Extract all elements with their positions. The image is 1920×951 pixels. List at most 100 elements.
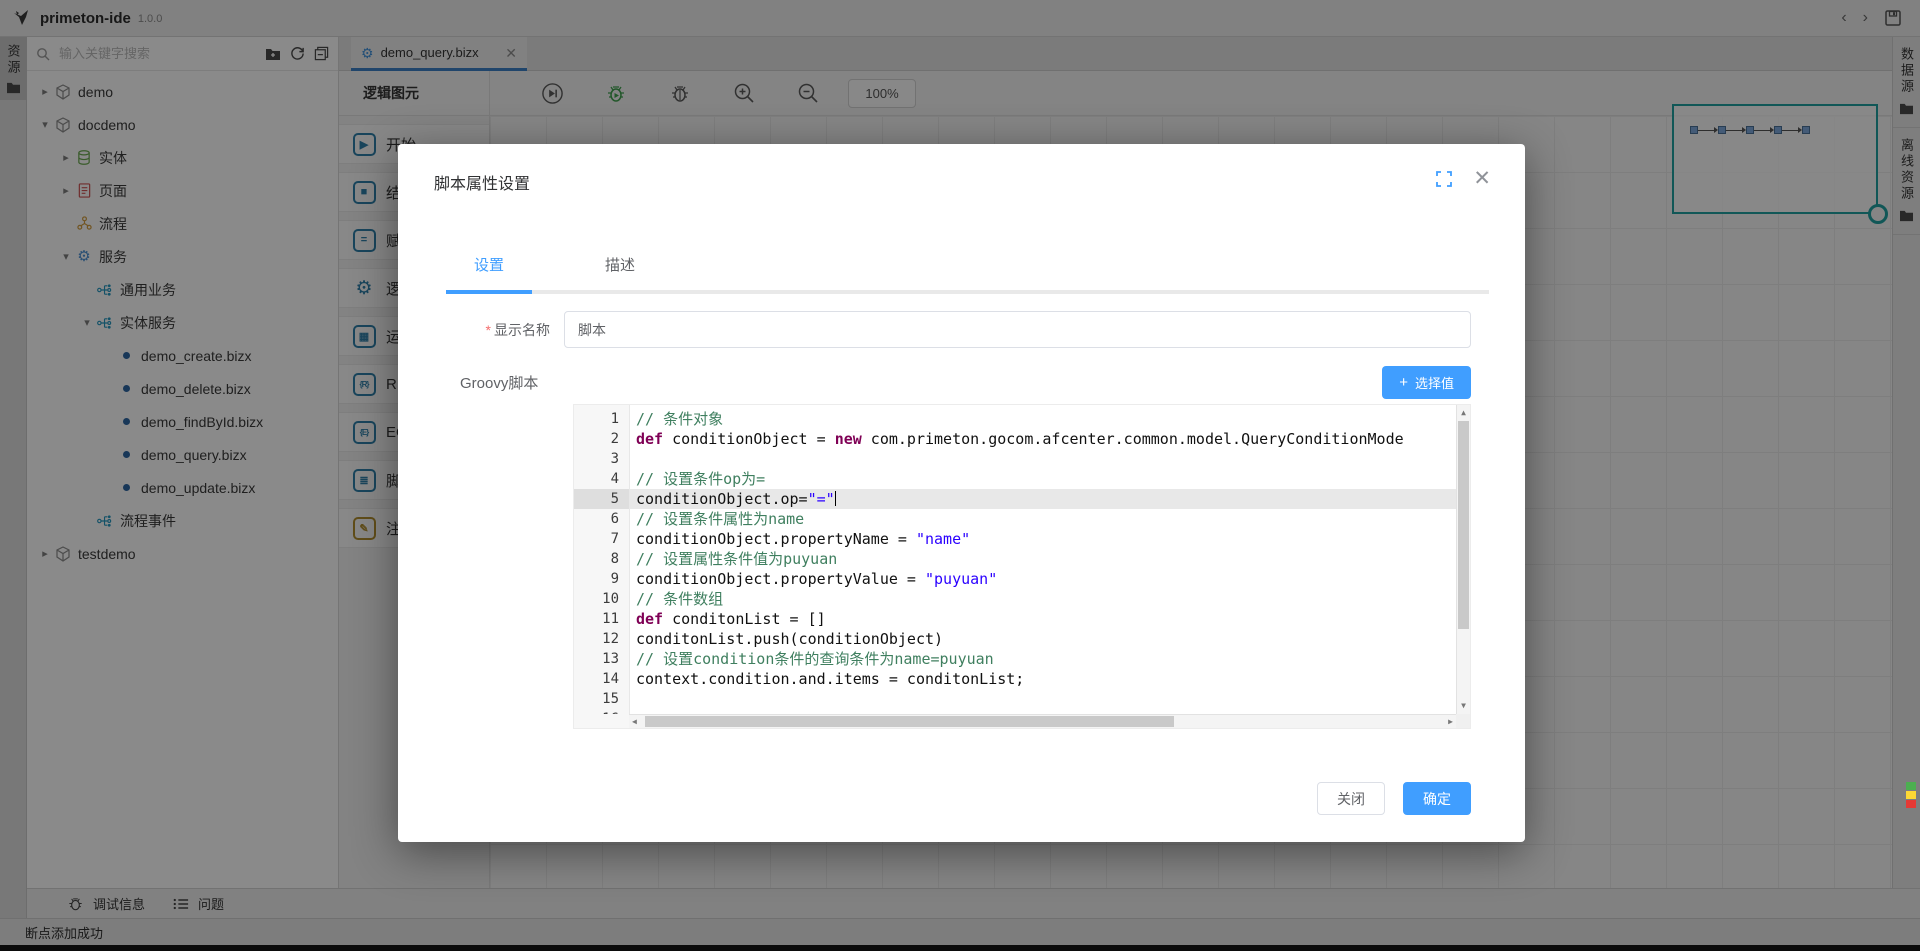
- application-window: primeton-ide 1.0.0 ‹ › 资源 ▸demo▾docdemo: [0, 0, 1920, 951]
- line-number: 9: [574, 569, 629, 589]
- code-text: // 设置condition条件的查询条件为name=puyuan: [629, 649, 1456, 669]
- line-number: 16: [574, 709, 629, 714]
- line-number: 13: [574, 649, 629, 669]
- code-text: // 条件数组: [629, 589, 1456, 609]
- code-text: // 条件对象: [629, 409, 1456, 429]
- code-text: // 设置条件op为=: [629, 469, 1456, 489]
- dialog-title: 脚本属性设置: [434, 170, 530, 194]
- code-line-8[interactable]: 8 // 设置属性条件值为puyuan: [574, 549, 1456, 569]
- code-line-11[interactable]: 11def conditonList = []: [574, 609, 1456, 629]
- scrollbar-corner: [1456, 714, 1470, 728]
- text-cursor: [835, 491, 836, 506]
- code-line-1[interactable]: 1 // 条件对象: [574, 409, 1456, 429]
- scroll-down-icon[interactable]: ▼: [1457, 699, 1470, 713]
- dialog-footer: 关闭 确定: [1317, 782, 1471, 815]
- code-text: context.condition.and.items = conditonLi…: [629, 669, 1456, 689]
- code-text: def conditonList = []: [629, 609, 1456, 629]
- code-text: conditonList.push(conditionObject): [629, 629, 1456, 649]
- token-pl: context.condition.and.items = conditonLi…: [636, 670, 1024, 688]
- vertical-scrollbar[interactable]: ▲ ▼: [1456, 405, 1470, 714]
- token-str: "=": [808, 490, 835, 508]
- code-line-4[interactable]: 4 // 设置条件op为=: [574, 469, 1456, 489]
- dialog-tabs: 设置 描述: [446, 248, 1489, 294]
- horizontal-scrollbar[interactable]: ◀ ▶: [629, 714, 1456, 728]
- code-line-13[interactable]: 13 // 设置condition条件的查询条件为name=puyuan: [574, 649, 1456, 669]
- code-text: // 设置条件属性为name: [629, 509, 1456, 529]
- close-icon[interactable]: ✕: [1473, 168, 1491, 189]
- vertical-scrollbar-thumb[interactable]: [1458, 421, 1469, 629]
- code-line-7[interactable]: 7conditionObject.propertyName = "name": [574, 529, 1456, 549]
- line-number: 12: [574, 629, 629, 649]
- scroll-up-icon[interactable]: ▲: [1457, 406, 1470, 420]
- groovy-code-editor[interactable]: 1// 条件对象2def conditionObject = new com.p…: [573, 404, 1471, 729]
- dialog-tab-items: 设置 描述: [446, 248, 1489, 290]
- select-value-button[interactable]: + 选择值: [1382, 366, 1471, 399]
- token-com: // 设置属性条件值为puyuan: [636, 550, 837, 568]
- code-text: [629, 689, 1456, 709]
- token-str: "name": [916, 530, 970, 548]
- token-kw: def: [636, 610, 663, 628]
- line-number: 5: [574, 489, 629, 509]
- code-line-5[interactable]: 5conditionObject.op="=": [574, 489, 1456, 509]
- line-number: 11: [574, 609, 629, 629]
- token-pl: com.primeton.gocom.afcenter.common.model…: [862, 430, 1404, 448]
- fullscreen-icon[interactable]: [1435, 170, 1453, 188]
- code-line-6[interactable]: 6 // 设置条件属性为name: [574, 509, 1456, 529]
- code-text: conditionObject.propertyValue = "puyuan": [629, 569, 1456, 589]
- horizontal-scrollbar-thumb[interactable]: [645, 716, 1174, 727]
- line-number: 2: [574, 429, 629, 449]
- groovy-script-label: Groovy脚本: [460, 372, 538, 393]
- token-pl: conditionObject =: [663, 430, 835, 448]
- code-line-2[interactable]: 2def conditionObject = new com.primeton.…: [574, 429, 1456, 449]
- line-number: 6: [574, 509, 629, 529]
- dialog-tab-描述[interactable]: 描述: [577, 248, 663, 290]
- token-com: // 设置条件属性为name: [636, 510, 804, 528]
- required-asterisk: *: [486, 322, 491, 338]
- token-kw: new: [835, 430, 862, 448]
- code-line-12[interactable]: 12 conditonList.push(conditionObject): [574, 629, 1456, 649]
- token-com: // 条件数组: [636, 590, 723, 608]
- code-line-14[interactable]: 14 context.condition.and.items = conditon…: [574, 669, 1456, 689]
- line-number: 8: [574, 549, 629, 569]
- line-number: 4: [574, 469, 629, 489]
- code-line-15[interactable]: 15: [574, 689, 1456, 709]
- token-str: "puyuan": [925, 570, 997, 588]
- line-number: 14: [574, 669, 629, 689]
- active-tab-indicator: [446, 290, 532, 294]
- line-number: 3: [574, 449, 629, 469]
- display-name-input[interactable]: [564, 311, 1471, 348]
- line-number: 10: [574, 589, 629, 609]
- token-com: // 设置condition条件的查询条件为name=puyuan: [636, 650, 994, 668]
- confirm-button[interactable]: 确定: [1403, 782, 1471, 815]
- script-properties-dialog: 脚本属性设置 ✕ 设置 描述 *显示名称 Groovy脚本 + 选择值: [398, 144, 1525, 842]
- token-com: // 设置条件op为=: [636, 470, 765, 488]
- code-text: conditionObject.op="=": [629, 489, 1456, 509]
- token-com: // 条件对象: [636, 410, 723, 428]
- code-text: conditionObject.propertyName = "name": [629, 529, 1456, 549]
- token-pl: conditonList = []: [663, 610, 826, 628]
- extension-badge-icon[interactable]: [1906, 782, 1918, 808]
- code-lines: 1// 条件对象2def conditionObject = new com.p…: [574, 405, 1456, 714]
- code-line-3[interactable]: 3: [574, 449, 1456, 469]
- code-text: def conditionObject = new com.primeton.g…: [629, 429, 1456, 449]
- groovy-script-row: Groovy脚本 + 选择值: [460, 366, 1471, 399]
- dialog-tab-设置[interactable]: 设置: [446, 248, 532, 290]
- token-kw: def: [636, 430, 663, 448]
- plus-icon: +: [1399, 375, 1408, 390]
- code-line-10[interactable]: 10 // 条件数组: [574, 589, 1456, 609]
- display-name-label: *显示名称: [434, 320, 564, 340]
- token-pl: conditonList.push(conditionObject): [636, 630, 943, 648]
- scroll-left-icon[interactable]: ◀: [632, 715, 637, 728]
- scroll-right-icon[interactable]: ▶: [1448, 715, 1453, 728]
- code-text: // 设置属性条件值为puyuan: [629, 549, 1456, 569]
- token-pl: conditionObject.propertyValue =: [636, 570, 925, 588]
- line-number: 1: [574, 409, 629, 429]
- token-pl: conditionObject.op=: [636, 490, 808, 508]
- code-line-9[interactable]: 9conditionObject.propertyValue = "puyuan…: [574, 569, 1456, 589]
- tab-track: [446, 290, 1489, 294]
- close-button[interactable]: 关闭: [1317, 782, 1385, 815]
- line-number: 7: [574, 529, 629, 549]
- token-pl: conditionObject.propertyName =: [636, 530, 916, 548]
- code-text: [629, 449, 1456, 469]
- line-number: 15: [574, 689, 629, 709]
